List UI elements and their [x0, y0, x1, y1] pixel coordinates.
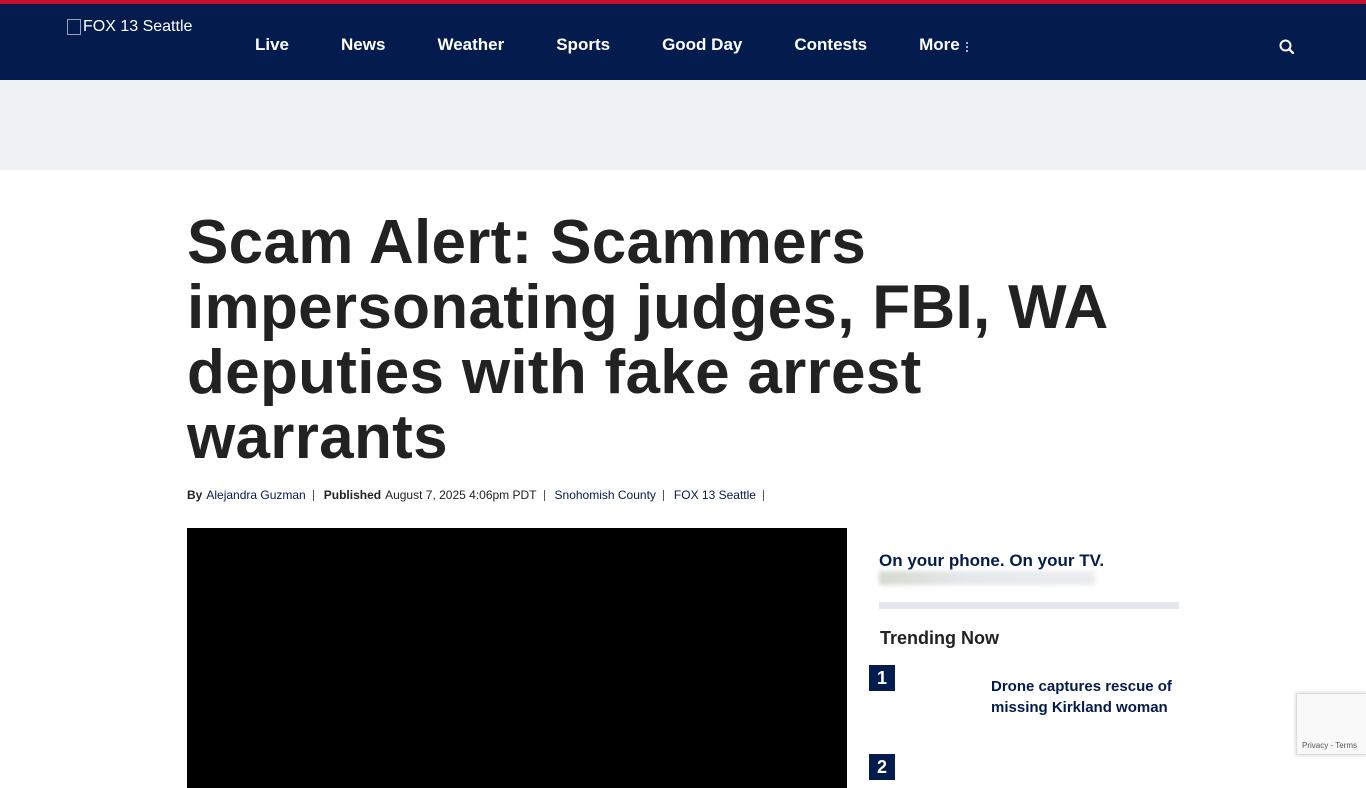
nav-item-label: Contests	[794, 35, 868, 54]
byline-divider	[312, 489, 314, 501]
recaptcha-links: Privacy - Terms	[1302, 741, 1357, 750]
author-link[interactable]: Alejandra Guzman	[206, 488, 305, 502]
nav-item-weather[interactable]: Weather	[437, 35, 504, 55]
article-byline: By Alejandra Guzman Published August 7, …	[187, 488, 774, 502]
article-headline: Scam Alert: Scammers impersonating judge…	[187, 208, 1107, 472]
recaptcha-privacy-link[interactable]: Privacy	[1302, 741, 1328, 750]
trending-rank-badge: 1	[869, 665, 895, 691]
sidebar-divider	[879, 602, 1179, 609]
nav-item-label: Weather	[437, 35, 505, 54]
trending-story-link[interactable]: Drone captures rescue of missing Kirklan…	[991, 676, 1176, 718]
nav-item-more[interactable]: More	[919, 35, 968, 55]
promo-image[interactable]	[879, 571, 1095, 585]
recaptcha-terms-link[interactable]: Terms	[1335, 741, 1357, 750]
published-date: August 7, 2025 4:06pm PDT	[385, 488, 537, 502]
promo-title[interactable]: On your phone. On your TV.	[879, 551, 1104, 571]
nav-item-sports[interactable]: Sports	[556, 35, 610, 55]
search-icon[interactable]	[1278, 38, 1296, 56]
site-header: FOX 13 Seattle Live News Weather Sports …	[0, 4, 1366, 80]
byline-divider	[543, 489, 545, 501]
source-link[interactable]: FOX 13 Seattle	[674, 488, 756, 502]
broken-image-icon	[67, 19, 81, 35]
nav-item-live[interactable]: Live	[255, 35, 289, 55]
nav-item-label: More	[919, 35, 960, 54]
nav-item-label: Live	[255, 35, 290, 54]
logo-alt-text: FOX 13 Seattle	[83, 18, 193, 35]
recaptcha-badge[interactable]: Privacy - Terms	[1296, 693, 1366, 755]
byline-divider	[662, 489, 664, 501]
nav-item-contests[interactable]: Contests	[794, 35, 867, 55]
advertisement-placeholder	[0, 80, 1366, 170]
site-logo[interactable]: FOX 13 Seattle	[67, 18, 192, 36]
nav-item-label: Sports	[556, 35, 611, 54]
main-nav: Live News Weather Sports Good Day Contes…	[255, 35, 1020, 55]
category-link[interactable]: Snohomish County	[555, 488, 656, 502]
nav-item-label: Good Day	[662, 35, 743, 54]
video-player[interactable]	[187, 528, 847, 788]
byline-prefix: By	[187, 488, 203, 502]
nav-item-news[interactable]: News	[341, 35, 385, 55]
published-label: Published	[323, 488, 382, 502]
byline-divider	[762, 489, 764, 501]
trending-rank-badge: 2	[869, 754, 895, 780]
trending-heading: Trending Now	[880, 628, 999, 648]
nav-item-good-day[interactable]: Good Day	[662, 35, 742, 55]
more-dots-icon	[965, 41, 968, 53]
nav-item-label: News	[341, 35, 386, 54]
